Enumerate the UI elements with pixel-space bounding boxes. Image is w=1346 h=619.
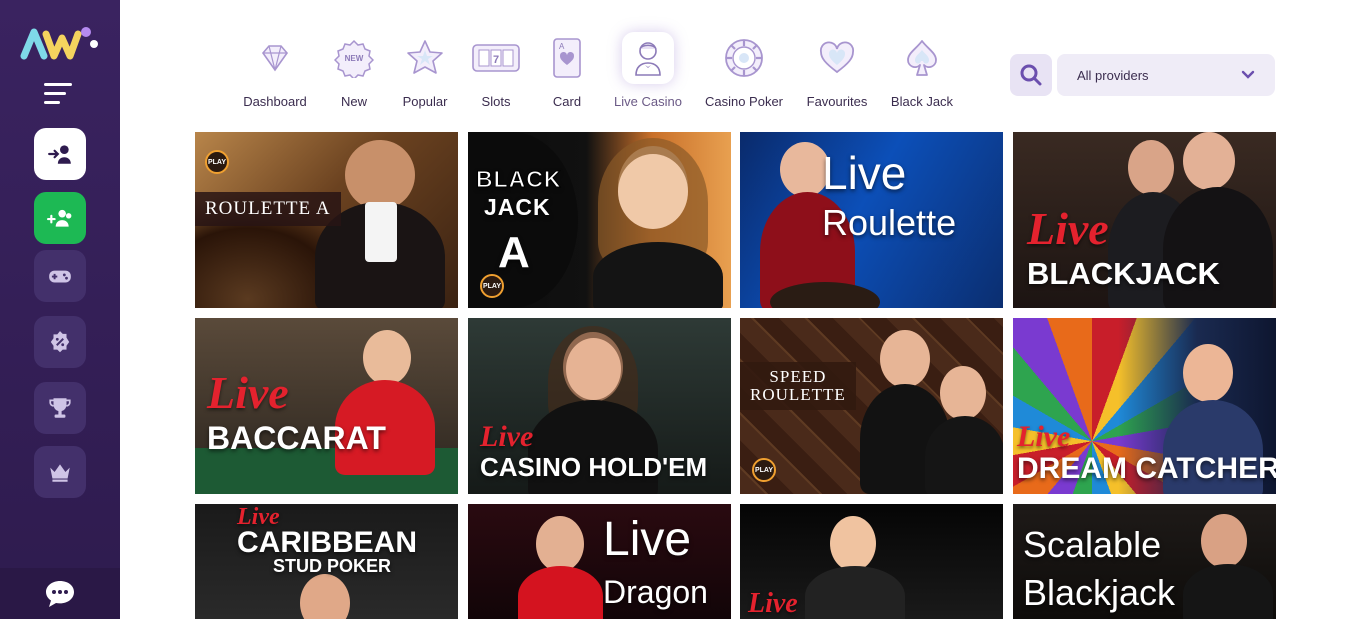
provider-select-value: All providers — [1077, 67, 1149, 83]
game-live-roulette[interactable]: Live Roulette — [740, 132, 1003, 308]
category-new[interactable]: NEW New — [318, 32, 390, 122]
pragmatic-play-badge: PLAY — [752, 458, 776, 482]
dealer-icon — [635, 42, 661, 76]
playing-card-icon: A — [553, 38, 581, 78]
search-button[interactable] — [1010, 54, 1052, 96]
vip-button[interactable] — [34, 446, 86, 498]
category-black-jack[interactable]: Black Jack — [880, 32, 964, 122]
menu-toggle-icon[interactable] — [44, 83, 76, 105]
login-button[interactable] — [34, 128, 86, 180]
game-live-blackjack[interactable]: Live BLACKJACK — [1013, 132, 1276, 308]
slot-777-icon: 7 — [472, 44, 520, 72]
game-live-generic[interactable]: Live — [740, 504, 1003, 619]
heart-icon — [820, 41, 854, 74]
pragmatic-play-badge: PLAY — [205, 150, 229, 174]
tournaments-button[interactable] — [34, 382, 86, 434]
category-dashboard[interactable]: Dashboard — [232, 32, 318, 122]
category-popular[interactable]: Popular — [390, 32, 460, 122]
chat-icon — [46, 581, 74, 607]
pragmatic-play-badge: PLAY — [480, 274, 504, 298]
game-live-baccarat[interactable]: Live BACCARAT — [195, 318, 458, 494]
sidebar — [0, 0, 120, 619]
category-nav: Dashboard NEW New Popular 7 Slots A Card… — [232, 32, 964, 122]
category-card[interactable]: A Card — [532, 32, 602, 122]
login-icon — [48, 145, 71, 164]
poker-chip-icon — [725, 39, 763, 77]
svg-text:NEW: NEW — [345, 54, 364, 63]
games-button[interactable] — [34, 250, 86, 302]
gamepad-icon — [49, 270, 71, 283]
search-icon — [1020, 64, 1042, 86]
register-icon — [47, 209, 72, 227]
star-icon — [407, 40, 443, 74]
game-live-dragon-tiger[interactable]: Live Dragon — [468, 504, 731, 619]
svg-text:A: A — [559, 42, 565, 51]
game-scalable-blackjack[interactable]: Scalable Blackjack — [1013, 504, 1276, 619]
category-casino-poker[interactable]: Casino Poker — [694, 32, 794, 122]
category-live-casino[interactable]: Live Casino — [602, 32, 694, 122]
provider-select[interactable]: All providers — [1057, 54, 1275, 96]
game-speed-roulette[interactable]: SPEED ROULETTE PLAY — [740, 318, 1003, 494]
promotions-icon — [50, 331, 70, 353]
category-slots[interactable]: 7 Slots — [460, 32, 532, 122]
register-button[interactable] — [34, 192, 86, 244]
chevron-down-icon — [1241, 70, 1255, 79]
spade-icon — [907, 40, 937, 76]
AW-logo[interactable] — [20, 22, 100, 62]
svg-text:7: 7 — [493, 54, 499, 66]
new-badge-icon: NEW — [334, 39, 374, 78]
promotions-button[interactable] — [34, 316, 86, 368]
chat-button[interactable] — [40, 574, 80, 614]
category-favourites[interactable]: Favourites — [794, 32, 880, 122]
diamond-icon — [261, 45, 289, 72]
game-live-dream-catcher[interactable]: Live DREAM CATCHER — [1013, 318, 1276, 494]
game-live-casino-holdem[interactable]: Live CASINO HOLD'EM — [468, 318, 731, 494]
game-roulette-a[interactable]: PLAY ROULETTE A — [195, 132, 458, 308]
crown-icon — [50, 464, 70, 482]
game-blackjack-a[interactable]: BLACK JACK A PLAY — [468, 132, 731, 308]
game-title: SPEED ROULETTE — [740, 362, 856, 410]
trophy-icon — [49, 398, 71, 418]
game-title: ROULETTE A — [195, 192, 341, 226]
game-live-caribbean-stud[interactable]: Live CARIBBEAN STUD POKER — [195, 504, 458, 619]
